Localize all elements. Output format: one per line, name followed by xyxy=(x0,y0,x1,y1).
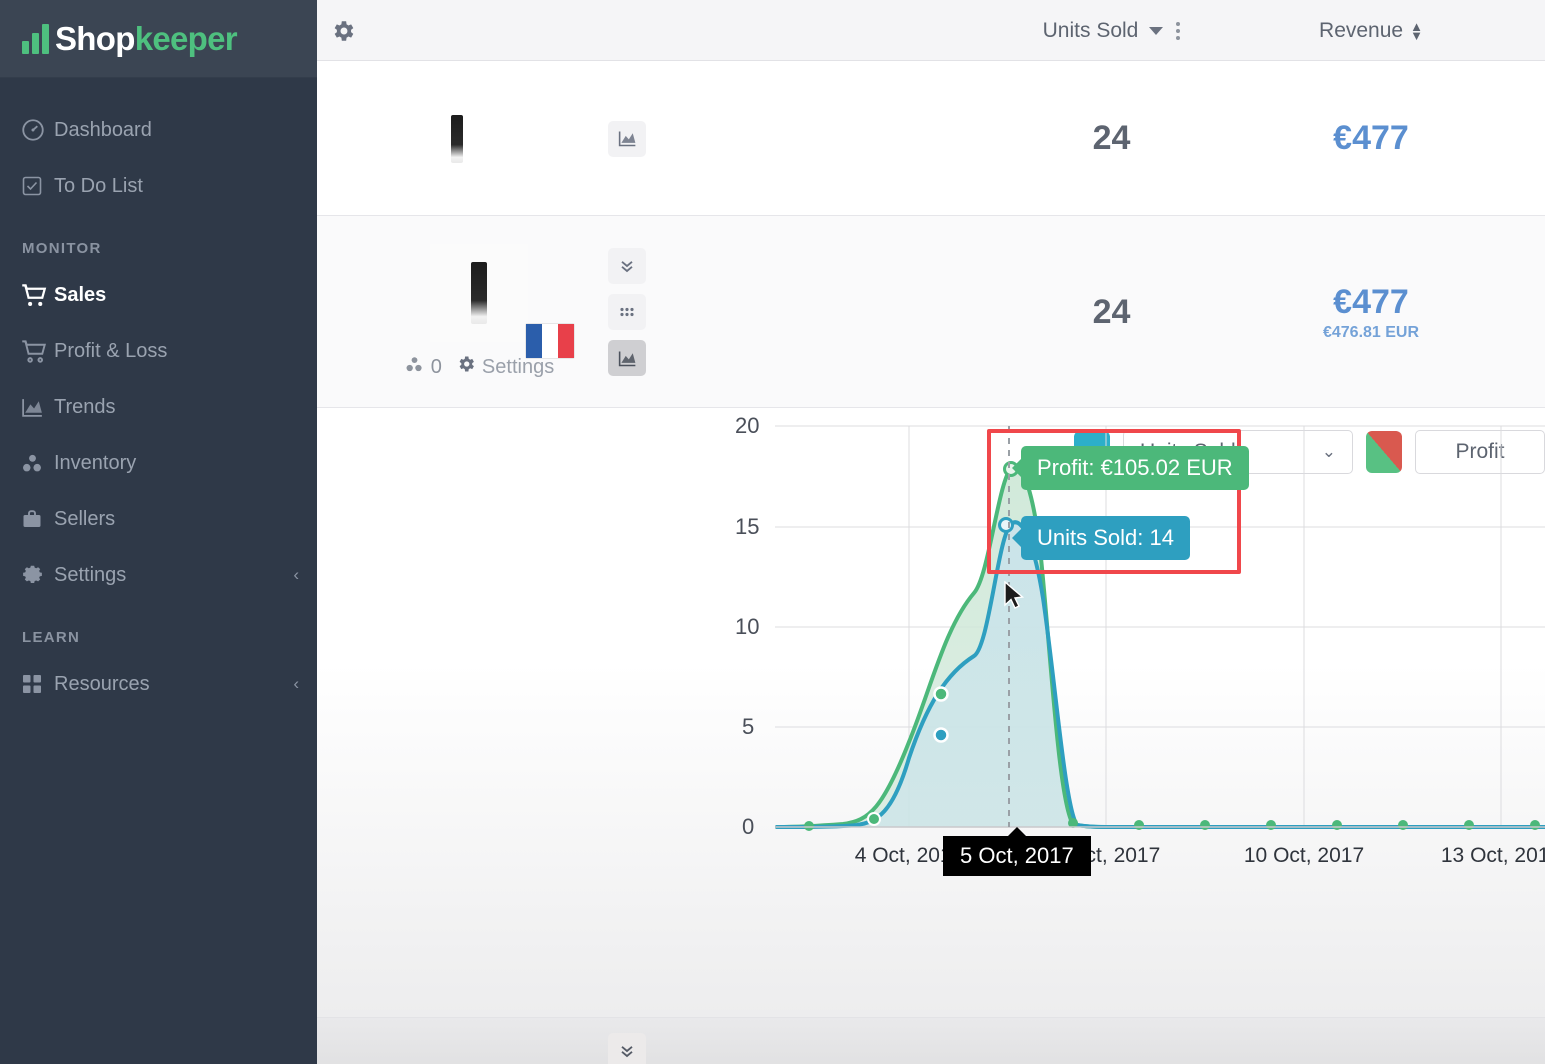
cart-icon xyxy=(20,282,54,309)
y-axis-tick: 5 xyxy=(742,714,755,739)
chevron-left-icon[interactable]: ‹ xyxy=(293,674,299,694)
table-settings-gear-button[interactable] xyxy=(330,0,356,61)
grid-icon xyxy=(20,672,54,696)
boxes-icon xyxy=(20,451,54,476)
sidebar-item-label: Sales xyxy=(54,283,107,306)
sidebar-nav-monitor: Sales Profit & Loss Trends Inventory Sel… xyxy=(0,267,317,603)
cell-profit: €186 xyxy=(1505,61,1545,216)
cart-outline-icon xyxy=(20,338,54,365)
x-axis-tick: 13 Oct, 2017 xyxy=(1440,844,1545,867)
tooltip-profit: Profit: €105.02 EUR xyxy=(1021,446,1249,490)
table-row[interactable]: 24 €477 €186 3 xyxy=(317,61,1545,216)
grid-view-button[interactable] xyxy=(608,294,646,330)
table-row-next[interactable]: 68 €1.918 €530 2 xyxy=(317,1018,1545,1064)
sidebar: Shopkeeper Dashboard To Do List MONITOR … xyxy=(0,0,317,1064)
logo-text-shop: Shop xyxy=(55,20,135,57)
chart-svg xyxy=(775,425,1545,831)
chevron-left-icon[interactable]: ‹ xyxy=(293,565,299,585)
checkbox-icon xyxy=(20,174,54,198)
cell-revenue: €477 €476.81 EUR xyxy=(1247,216,1495,408)
column-header-units-sold[interactable]: Units Sold xyxy=(985,0,1238,61)
sidebar-item-label: To Do List xyxy=(54,174,143,197)
sidebar-item-settings[interactable]: Settings ‹ xyxy=(0,547,317,603)
sidebar-item-label: Dashboard xyxy=(54,118,152,141)
row-action-buttons xyxy=(587,1018,667,1064)
app-root: Shopkeeper Dashboard To Do List MONITOR … xyxy=(0,0,1545,1064)
main-content: Units Sold Revenue ▲▼ Profit ▲▼ M xyxy=(317,0,1545,1064)
sidebar-item-profit-loss[interactable]: Profit & Loss xyxy=(0,323,317,379)
tooltip-units-sold: Units Sold: 14 xyxy=(1021,516,1190,560)
briefcase-icon xyxy=(20,507,54,531)
cell-revenue: €477 xyxy=(1333,119,1409,157)
sidebar-item-trends[interactable]: Trends xyxy=(0,379,317,435)
sort-updown-icon[interactable]: ▲ ▼ xyxy=(1410,20,1423,42)
column-header-label: Units Sold xyxy=(1042,18,1139,42)
product-thumbnail[interactable] xyxy=(430,243,574,358)
more-options-icon[interactable] xyxy=(1176,21,1181,40)
sidebar-item-to-do-list[interactable]: To Do List xyxy=(0,158,317,214)
sidebar-section-monitor: MONITOR xyxy=(22,240,102,257)
cell-revenue-value: €477 xyxy=(1333,282,1409,321)
collapse-chevrons-button[interactable] xyxy=(608,248,646,284)
sidebar-item-label: Resources xyxy=(54,672,150,695)
sidebar-item-sellers[interactable]: Sellers xyxy=(0,491,317,547)
mouse-cursor xyxy=(1003,580,1025,616)
sidebar-nav-top: Dashboard To Do List xyxy=(0,78,317,214)
area-chart-icon[interactable] xyxy=(608,120,646,157)
gear-icon xyxy=(20,563,54,588)
product-image xyxy=(471,261,487,324)
cell-profit: €186 €186.22 EUR xyxy=(1505,216,1545,408)
cell-units-sold: 24 xyxy=(1092,119,1131,157)
france-flag-icon xyxy=(526,323,574,358)
sidebar-section-learn: LEARN xyxy=(22,629,81,646)
product-settings-link[interactable]: Settings xyxy=(482,356,554,379)
logo-text-keeper: keeper xyxy=(134,20,238,57)
x-axis-tick: 10 Oct, 2017 xyxy=(1243,844,1365,867)
area-chart-icon xyxy=(20,395,54,420)
row-chart-toggle-button[interactable] xyxy=(587,61,667,216)
table-header: Units Sold Revenue ▲▼ Profit ▲▼ M xyxy=(317,0,1545,61)
column-header-revenue[interactable]: Revenue ▲ ▼ xyxy=(1247,0,1495,61)
sidebar-item-dashboard[interactable]: Dashboard xyxy=(0,102,317,158)
cell-units-sold: 24 xyxy=(1092,292,1131,331)
product-thumbnail[interactable] xyxy=(402,61,512,216)
sidebar-item-resources[interactable]: Resources ‹ xyxy=(0,656,317,712)
y-axis-tick: 20 xyxy=(735,413,760,438)
sidebar-item-label: Settings xyxy=(54,563,127,586)
column-header-label: Revenue xyxy=(1319,18,1404,42)
chevron-down-icon[interactable] xyxy=(1149,26,1164,35)
y-axis-tick: 0 xyxy=(742,814,755,839)
sidebar-nav-learn: Resources ‹ xyxy=(0,656,317,712)
column-header-profit[interactable]: Profit ▲▼ xyxy=(1505,0,1545,61)
product-detail-block: 0 Settings xyxy=(379,216,579,408)
cell-revenue-subvalue: €476.81 EUR xyxy=(1322,323,1420,341)
app-logo[interactable]: Shopkeeper xyxy=(0,0,317,78)
gear-icon[interactable] xyxy=(456,354,476,380)
sidebar-item-inventory[interactable]: Inventory xyxy=(0,435,317,491)
sidebar-item-label: Profit & Loss xyxy=(54,339,168,362)
speedometer-icon xyxy=(20,117,54,143)
sidebar-item-label: Inventory xyxy=(54,451,137,474)
logo-bars-icon xyxy=(22,23,49,54)
area-chart-toggle-button[interactable] xyxy=(608,340,646,376)
product-image xyxy=(451,114,463,163)
product-meta: 0 Settings xyxy=(404,354,554,381)
row-action-buttons xyxy=(587,216,667,408)
y-axis-tick: 10 xyxy=(735,614,760,639)
tooltip-date: 5 Oct, 2017 xyxy=(943,836,1091,876)
sidebar-item-label: Sellers xyxy=(54,507,116,530)
boxes-icon xyxy=(404,354,425,381)
stock-count: 0 xyxy=(430,355,442,378)
chart-plot-area[interactable]: 20 15 10 5 0 4 Oct, 2017 7 Oct, 2017 10 … xyxy=(317,408,1545,1018)
sales-chart-panel: Units Sold ⌄ Profit xyxy=(317,408,1545,1018)
table-row-expanded[interactable]: 0 Settings 24 €477 €476.81 EUR xyxy=(317,216,1545,408)
sidebar-item-sales[interactable]: Sales xyxy=(0,267,317,323)
collapse-chevrons-button[interactable] xyxy=(608,1033,646,1064)
sidebar-item-label: Trends xyxy=(54,395,116,418)
